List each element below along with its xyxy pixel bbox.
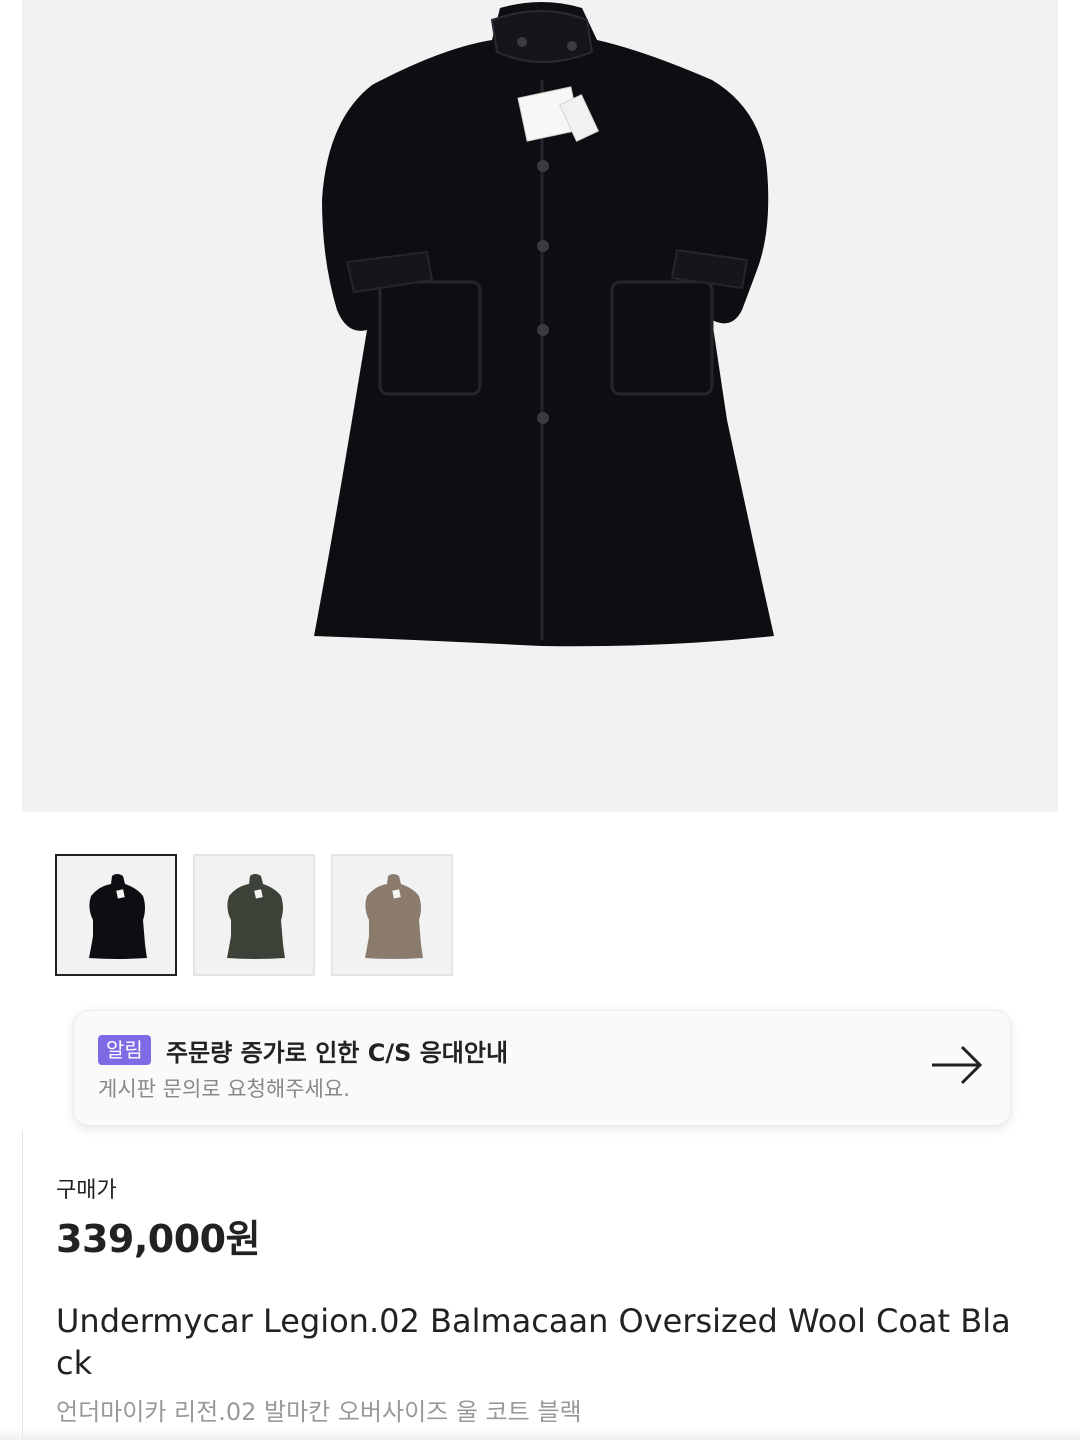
coat-button [537,240,549,252]
price-label: 구매가 [56,1178,117,1203]
thumbnail-taupe[interactable] [331,854,453,976]
coat-button [567,41,577,51]
price-value: 339,000원 [56,1217,261,1261]
coat-thumbnail-image [227,874,285,959]
notice-subtitle: 게시판 문의로 요청해주세요. [98,1077,350,1101]
notice-title: 주문량 증가로 인한 C/S 응대안내 [166,1039,509,1067]
coat-thumbnail-image [365,874,423,959]
product-name-korean: 언더마이카 리전.02 발마칸 오버사이즈 울 코트 블랙 [56,1398,582,1426]
coat-thumbnail-image [89,874,147,959]
thumbnail-list [55,854,453,976]
product-main-image[interactable] [22,0,1058,812]
coat-button [537,412,549,424]
thumbnail-black[interactable] [55,854,177,976]
divider [22,1130,23,1440]
thumbnail-olive[interactable] [193,854,315,976]
coat-button [537,324,549,336]
coat-button [517,37,527,47]
coat-illustration [314,2,774,647]
arrow-right-icon[interactable] [930,1043,986,1087]
product-name: Undermycar Legion.02 Balmacaan Oversized… [56,1302,1011,1382]
scroll-fade [0,1428,1080,1440]
coat-button [537,160,549,172]
coat-collar [490,10,594,63]
notice-card[interactable]: 알림 주문량 증가로 인한 C/S 응대안내 게시판 문의로 요청해주세요. [73,1010,1011,1126]
notice-badge: 알림 [98,1035,151,1065]
